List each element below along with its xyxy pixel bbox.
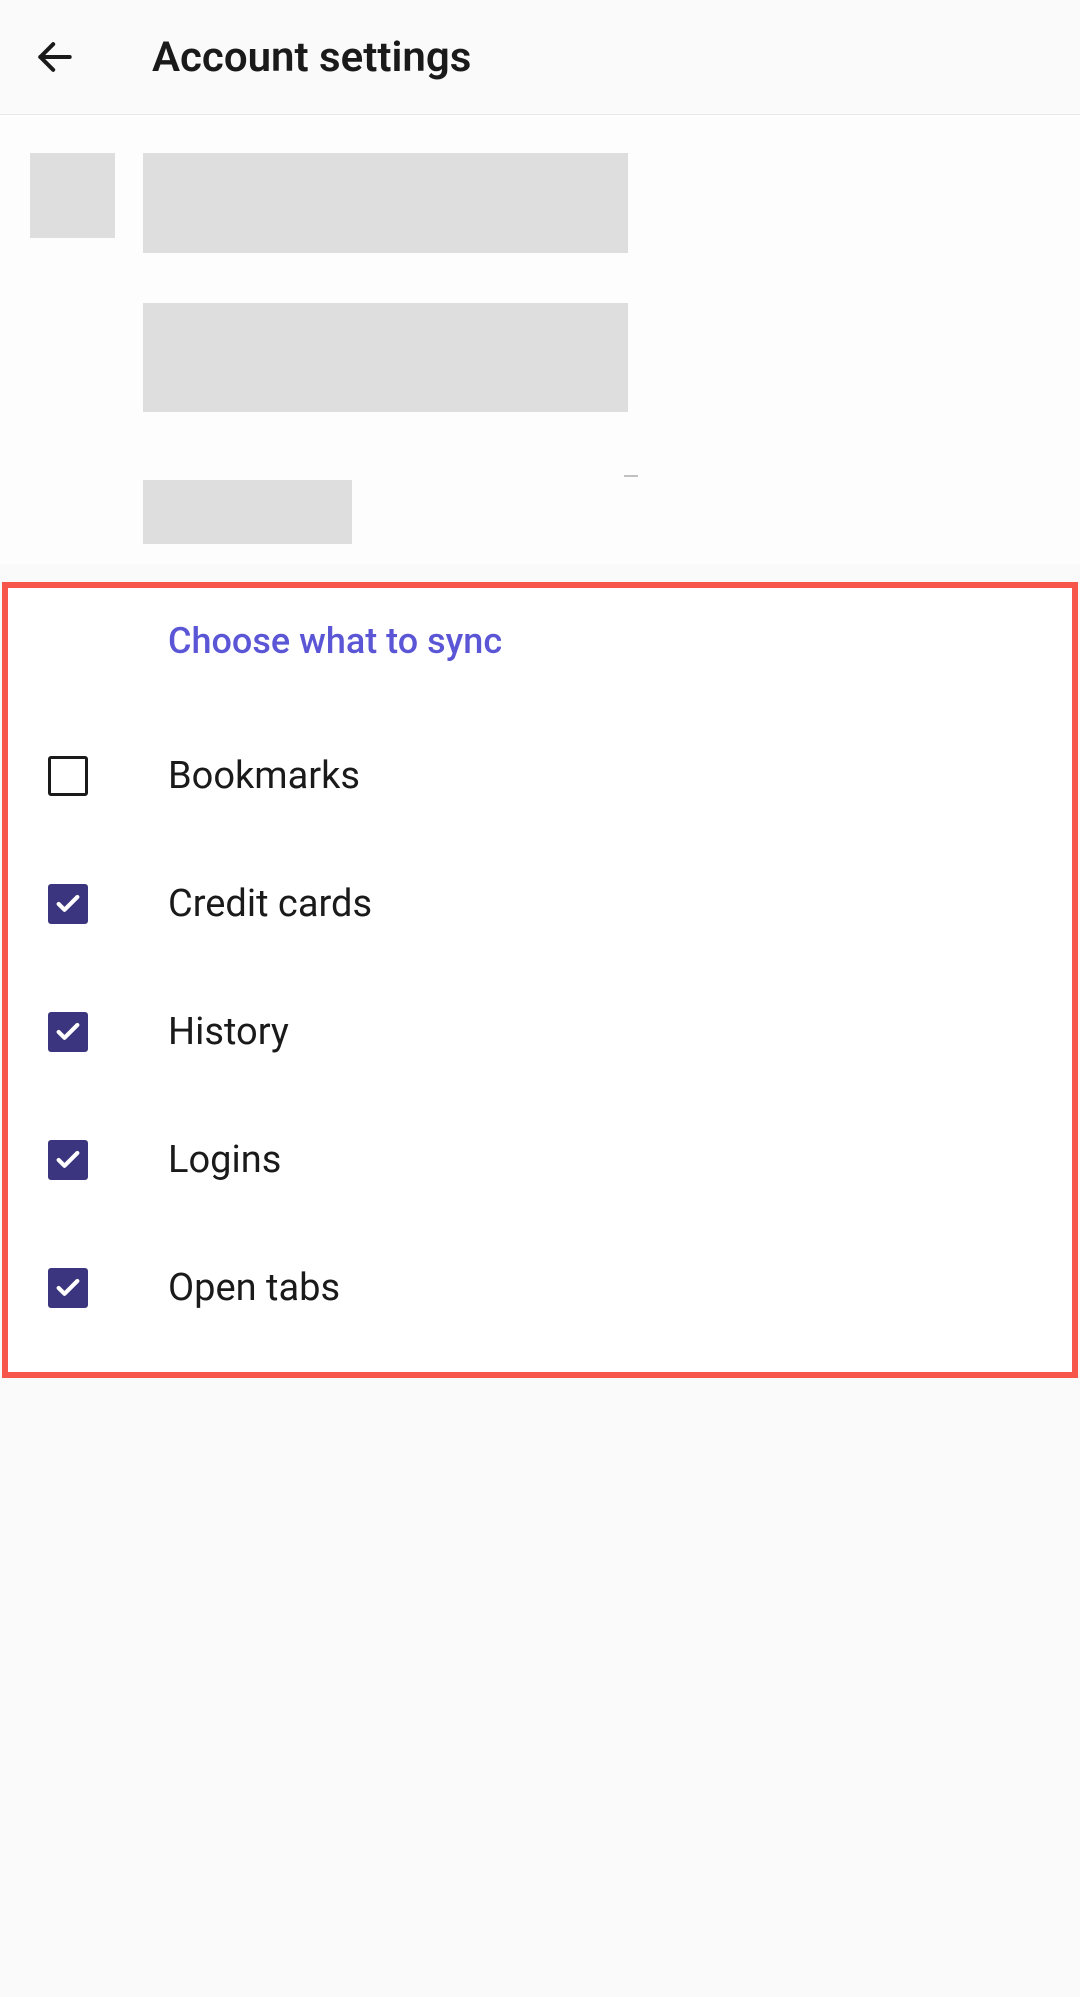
page-title: Account settings [152,33,471,82]
back-arrow-icon[interactable] [30,32,80,82]
header: Account settings [0,0,1080,115]
sync-item-bookmarks[interactable]: Bookmarks [48,712,1032,840]
avatar-placeholder [30,153,115,238]
text-placeholder [143,153,628,253]
divider-dash [624,475,638,477]
text-placeholder [143,480,352,544]
sync-item-label: History [168,1010,289,1054]
sync-section-title: Choose what to sync [168,620,1032,662]
sync-section: Choose what to sync Bookmarks Credit car… [2,582,1078,1378]
sync-item-logins[interactable]: Logins [48,1096,1032,1224]
checkbox-icon[interactable] [48,1140,88,1180]
checkbox-icon[interactable] [48,1012,88,1052]
sync-item-credit-cards[interactable]: Credit cards [48,840,1032,968]
sync-item-history[interactable]: History [48,968,1032,1096]
sync-item-open-tabs[interactable]: Open tabs [48,1224,1032,1352]
text-placeholder [143,303,628,412]
account-info-skeleton [0,115,1080,564]
checkbox-icon[interactable] [48,756,88,796]
sync-item-label: Credit cards [168,882,372,926]
sync-item-label: Bookmarks [168,754,360,798]
checkbox-icon[interactable] [48,884,88,924]
sync-item-label: Logins [168,1138,281,1182]
sync-item-label: Open tabs [168,1266,340,1310]
checkbox-icon[interactable] [48,1268,88,1308]
